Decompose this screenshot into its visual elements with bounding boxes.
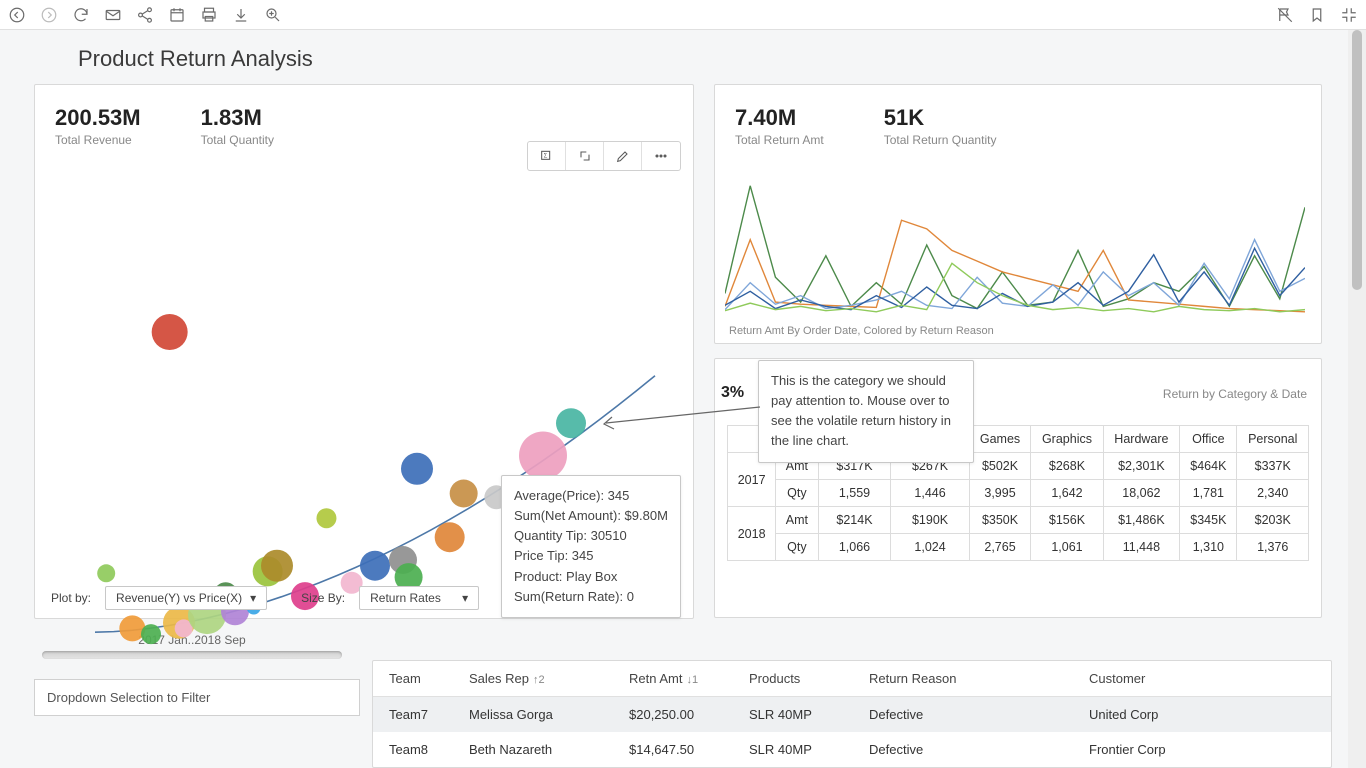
cell: Defective <box>869 707 1089 722</box>
kpi-label: Total Return Amt <box>735 133 824 147</box>
panels-row: 200.53M Total Revenue 1.83M Total Quanti… <box>0 84 1366 619</box>
table-row[interactable]: Team8Beth Nazareth$14,647.50SLR 40MPDefe… <box>373 732 1331 767</box>
forward-icon[interactable] <box>40 6 58 24</box>
panel-tools: Σ <box>527 141 681 171</box>
table-row[interactable]: Team7Melissa Gorga$20,250.00SLR 40MPDefe… <box>373 697 1331 732</box>
plot-by-select[interactable]: Revenue(Y) vs Price(X) ▾ <box>105 586 267 610</box>
download-icon[interactable] <box>232 6 250 24</box>
chart-controls: Plot by: Revenue(Y) vs Price(X) ▾ Size B… <box>51 586 677 610</box>
expand-icon[interactable] <box>566 142 604 170</box>
collapse-icon[interactable] <box>1340 6 1358 24</box>
cell: Team7 <box>389 707 469 722</box>
slider-track[interactable] <box>42 651 342 659</box>
cell: $20,250.00 <box>629 707 749 722</box>
kpi-row-right: 7.40M Total Return Amt 51K Total Return … <box>715 85 1321 147</box>
more-icon[interactable] <box>642 142 680 170</box>
table-header: TeamSales Rep↑2Retn Amt↓1ProductsReturn … <box>373 661 1331 697</box>
col-header[interactable]: Return Reason <box>869 671 1089 686</box>
mail-icon[interactable] <box>104 6 122 24</box>
toolbar-left <box>8 6 282 24</box>
line-caption: Return Amt By Order Date, Colored by Ret… <box>729 325 994 337</box>
share-icon[interactable] <box>136 6 154 24</box>
kpi-total-quantity: 1.83M Total Quantity <box>201 105 274 147</box>
plot-by-label: Plot by: <box>51 591 91 605</box>
kpi-label: Total Revenue <box>55 133 141 147</box>
kpi-label: Total Quantity <box>201 133 274 147</box>
cell: United Corp <box>1089 707 1329 722</box>
select-value: Return Rates <box>370 591 441 605</box>
line-panel: 7.40M Total Return Amt 51K Total Return … <box>714 84 1322 344</box>
filter-dropdown[interactable]: Dropdown Selection to Filter <box>34 679 360 716</box>
kpi-value: 1.83M <box>201 105 274 131</box>
back-icon[interactable] <box>8 6 26 24</box>
cell: SLR 40MP <box>749 742 869 757</box>
col-header[interactable]: Retn Amt↓1 <box>629 671 749 686</box>
cell: Frontier Corp <box>1089 742 1329 757</box>
cell: Team8 <box>389 742 469 757</box>
kpi-value: 200.53M <box>55 105 141 131</box>
scatter-panel: 200.53M Total Revenue 1.83M Total Quanti… <box>34 84 694 619</box>
bookmark-icon[interactable] <box>1308 6 1326 24</box>
kpi-value: 51K <box>884 105 997 131</box>
edit-icon[interactable] <box>604 142 642 170</box>
kpi-value: 7.40M <box>735 105 824 131</box>
kpi-total-revenue: 200.53M Total Revenue <box>55 105 141 147</box>
filter-icon[interactable]: Σ <box>528 142 566 170</box>
col-header[interactable]: Customer <box>1089 671 1329 686</box>
annotation-callout: This is the category we should pay atten… <box>758 360 974 463</box>
cell: SLR 40MP <box>749 707 869 722</box>
toolbar-right <box>1276 6 1358 24</box>
kpi-label: Total Return Quantity <box>884 133 997 147</box>
app-toolbar <box>0 0 1366 30</box>
cell: Beth Nazareth <box>469 742 629 757</box>
col-header[interactable]: Products <box>749 671 869 686</box>
scroll-thumb[interactable] <box>1352 30 1362 290</box>
chevron-down-icon: ▾ <box>250 591 256 605</box>
kpi-row-left: 200.53M Total Revenue 1.83M Total Quanti… <box>35 85 693 147</box>
select-value: Revenue(Y) vs Price(X) <box>116 591 242 605</box>
calendar-icon[interactable] <box>168 6 186 24</box>
cell: Melissa Gorga <box>469 707 629 722</box>
scrollbar[interactable] <box>1348 30 1366 768</box>
print-icon[interactable] <box>200 6 218 24</box>
page-title: Product Return Analysis <box>78 46 1366 72</box>
kpi-total-return-amt: 7.40M Total Return Amt <box>735 105 824 147</box>
right-column: 7.40M Total Return Amt 51K Total Return … <box>714 84 1322 619</box>
zoom-in-icon[interactable] <box>264 6 282 24</box>
flag-off-icon[interactable] <box>1276 6 1294 24</box>
refresh-icon[interactable] <box>72 6 90 24</box>
chevron-down-icon: ▾ <box>462 591 468 605</box>
size-by-label: Size By: <box>301 591 345 605</box>
returns-table[interactable]: TeamSales Rep↑2Retn Amt↓1ProductsReturn … <box>372 660 1332 768</box>
kpi-total-return-qty: 51K Total Return Quantity <box>884 105 997 147</box>
line-chart[interactable] <box>725 175 1305 315</box>
return-pct: 3% <box>721 384 744 402</box>
size-by-select[interactable]: Return Rates ▾ <box>359 586 479 610</box>
col-header[interactable]: Sales Rep↑2 <box>469 671 629 686</box>
cell: Defective <box>869 742 1089 757</box>
svg-text:Σ: Σ <box>543 153 547 159</box>
col-header[interactable]: Team <box>389 671 469 686</box>
cell: $14,647.50 <box>629 742 749 757</box>
return-caption: Return by Category & Date <box>1163 387 1307 401</box>
